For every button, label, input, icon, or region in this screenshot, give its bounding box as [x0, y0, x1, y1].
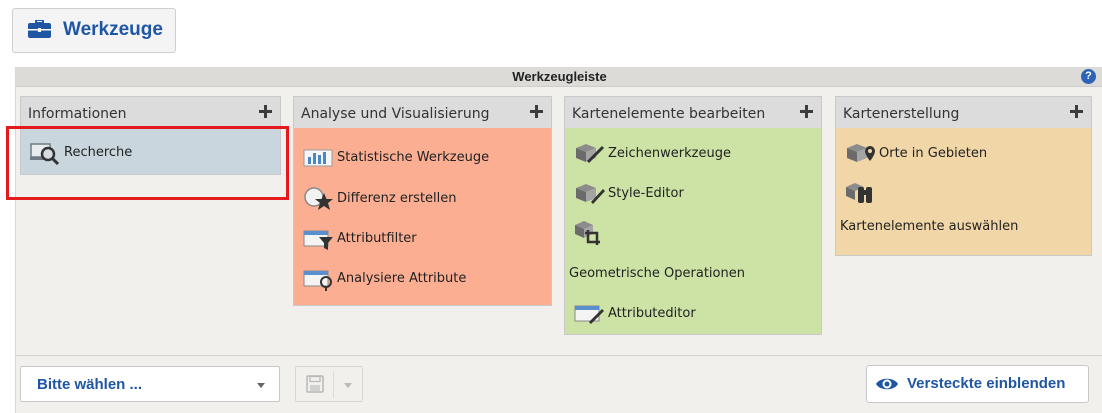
binoculars-icon — [846, 183, 872, 203]
tool-binoculars-icon-row[interactable] — [844, 180, 878, 206]
tool-differenz-erstellen[interactable]: Differenz erstellen — [302, 185, 457, 211]
tool-geometrische-operationen[interactable]: Geometrische Operationen — [568, 266, 745, 281]
place-pin-icon — [847, 144, 875, 162]
chevron-down-icon[interactable] — [344, 383, 352, 388]
attribute-editor-icon — [574, 305, 604, 324]
divider — [333, 371, 334, 398]
draw-pencil-icon — [576, 144, 605, 164]
tool-select-dropdown[interactable]: Bitte wählen ... — [20, 366, 280, 402]
group-body: Orte in Gebieten Kartenelemente auswähle… — [835, 128, 1092, 256]
toolbar-titlebar: Werkzeugleiste ? — [16, 67, 1102, 87]
briefcase-icon — [28, 20, 51, 38]
tool-label: Attributeditor — [608, 305, 696, 321]
tool-attributeditor[interactable]: Attributeditor — [573, 300, 696, 326]
bar-chart-icon — [303, 149, 333, 167]
group-body: Zeichenwerkzeuge Style-Editor Geometrisc… — [564, 128, 822, 335]
plus-icon[interactable] — [1070, 105, 1083, 118]
tool-statistische-werkzeuge[interactable]: Statistische Werkzeuge — [302, 144, 489, 170]
group-header[interactable]: Analyse und Visualisierung — [293, 96, 552, 128]
tool-attributfilter[interactable]: Attributfilter — [302, 225, 417, 251]
tool-style-editor[interactable]: Style-Editor — [573, 180, 684, 206]
analyze-attributes-icon — [303, 270, 332, 291]
tool-label: Orte in Gebieten — [879, 145, 988, 161]
highlight-box — [6, 126, 289, 200]
bottom-bar: Bitte wählen ... Versteckte einblenden — [16, 355, 1102, 413]
crop-icon — [575, 221, 600, 245]
group-title: Informationen — [28, 106, 127, 122]
group-header[interactable]: Kartenelemente bearbeiten — [564, 96, 822, 128]
tool-label: Zeichenwerkzeuge — [608, 145, 731, 161]
group-kartenerstellung: Kartenerstellung Orte in Gebieten Karten… — [835, 96, 1092, 256]
group-kartenelemente-bearbeiten: Kartenelemente bearbeiten Zeichenwerkzeu… — [564, 96, 822, 335]
group-header[interactable]: Kartenerstellung — [835, 96, 1092, 128]
tool-label: Differenz erstellen — [337, 190, 457, 206]
tool-label: Analysiere Attribute — [337, 270, 467, 286]
group-header[interactable]: Informationen — [20, 96, 281, 128]
chevron-down-icon — [257, 383, 265, 388]
plus-icon[interactable] — [800, 105, 813, 118]
plus-icon[interactable] — [530, 105, 543, 118]
tool-label: Kartenelemente auswählen — [840, 219, 1019, 234]
group-title: Kartenerstellung — [843, 106, 960, 122]
style-editor-icon — [576, 184, 605, 204]
show-hidden-button[interactable]: Versteckte einblenden — [866, 365, 1089, 403]
group-title: Analyse und Visualisierung — [301, 106, 490, 122]
tools-button[interactable]: Werkzeuge — [12, 8, 176, 53]
help-icon[interactable]: ? — [1081, 69, 1096, 84]
save-icon[interactable] — [306, 375, 324, 393]
tool-orte-in-gebieten[interactable]: Orte in Gebieten — [844, 140, 987, 166]
plus-icon[interactable] — [259, 105, 272, 118]
eye-icon — [876, 378, 898, 390]
tools-button-label: Werkzeuge — [63, 19, 163, 40]
tool-label: Style-Editor — [608, 185, 684, 201]
toolbar-title: Werkzeugleiste — [512, 69, 607, 84]
group-body: Statistische Werkzeuge Differenz erstell… — [293, 128, 552, 306]
tool-kartenelemente-auswaehlen[interactable]: Kartenelemente auswählen — [839, 219, 1018, 234]
tool-zeichenwerkzeuge[interactable]: Zeichenwerkzeuge — [573, 140, 731, 166]
filter-icon — [303, 230, 333, 250]
group-analyse: Analyse und Visualisierung Statistische … — [293, 96, 552, 306]
save-button-group[interactable] — [295, 366, 363, 402]
tool-label: Statistische Werkzeuge — [337, 149, 490, 165]
tool-geometrische-operationen-icon-row[interactable] — [573, 219, 607, 245]
select-value: Bitte wählen ... — [37, 376, 143, 393]
tool-analysiere-attribute[interactable]: Analysiere Attribute — [302, 265, 466, 291]
group-title: Kartenelemente bearbeiten — [572, 106, 766, 122]
toolbar-panel: Werkzeugleiste ? Informationen Recherche… — [15, 67, 1102, 413]
difference-star-icon — [304, 187, 333, 210]
show-hidden-label: Versteckte einblenden — [907, 375, 1066, 392]
tool-label: Attributfilter — [337, 230, 417, 246]
tool-label: Geometrische Operationen — [569, 266, 745, 281]
